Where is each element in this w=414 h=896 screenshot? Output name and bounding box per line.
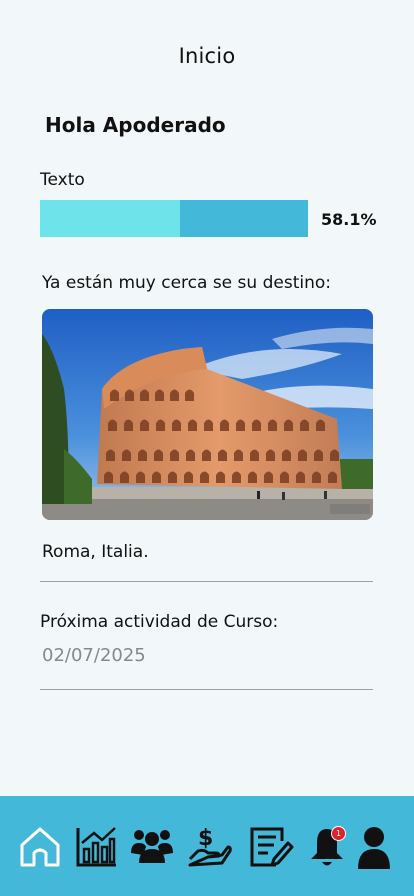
progress-bar-fill (40, 200, 181, 237)
notification-badge: 1 (331, 826, 346, 841)
payment-icon: $ (188, 826, 232, 867)
nav-notes[interactable] (248, 824, 294, 870)
destination-photo (42, 309, 373, 520)
progress-bar (40, 200, 308, 237)
user-icon (358, 827, 390, 869)
progress-percentage: 58.1% (321, 210, 377, 229)
destination-heading: Ya están muy cerca se su destino: (42, 273, 331, 293)
divider (40, 689, 373, 690)
nav-payments[interactable]: $ (186, 824, 232, 870)
group-icon (131, 830, 173, 863)
progress-label: Texto (40, 170, 85, 190)
activity-date: 02/07/2025 (42, 645, 146, 666)
page-title: Inicio (178, 44, 236, 68)
nav-group[interactable] (129, 824, 175, 870)
notes-icon (250, 827, 294, 867)
colosseum-image (42, 309, 373, 520)
destination-name: Roma, Italia. (42, 542, 149, 562)
nav-profile[interactable] (351, 824, 397, 870)
nav-stats[interactable] (73, 824, 119, 870)
home-icon (20, 827, 60, 867)
nav-home[interactable] (17, 824, 63, 870)
activity-label: Próxima actividad de Curso: (40, 612, 279, 632)
greeting-heading: Hola Apoderado (45, 113, 226, 137)
svg-text:$: $ (198, 826, 213, 851)
divider (40, 581, 373, 582)
chart-icon (76, 827, 116, 867)
